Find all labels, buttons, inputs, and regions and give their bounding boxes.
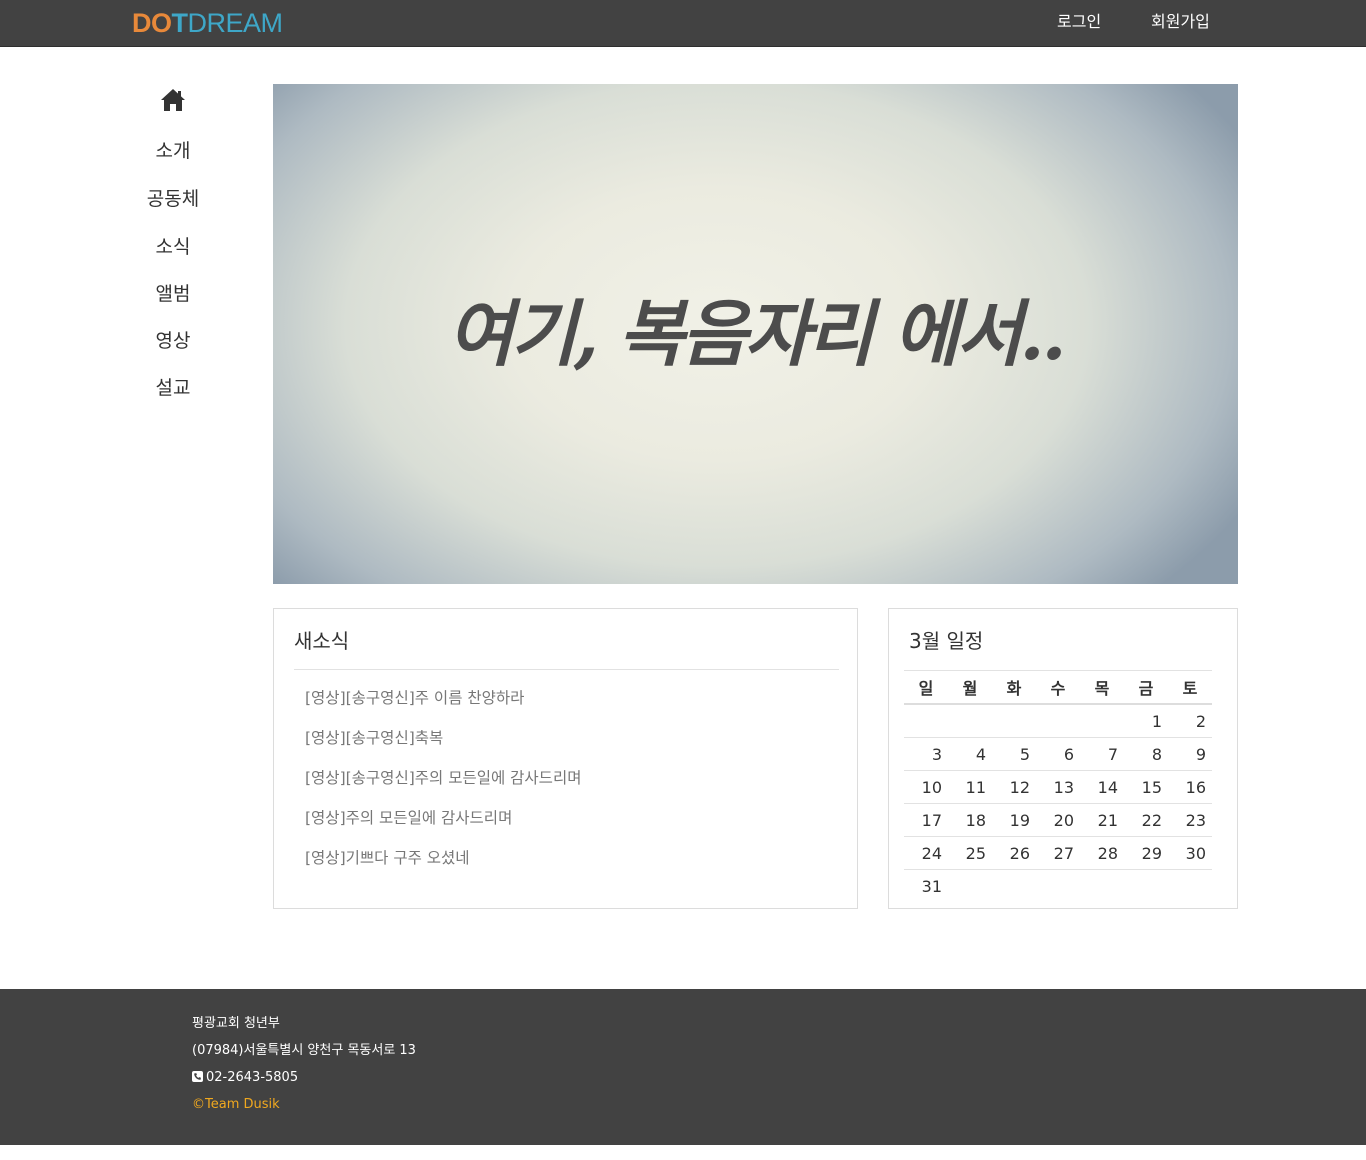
calendar-day: 19 xyxy=(992,803,1036,837)
site-footer: 평광교회 청년부 (07984)서울특별시 양천구 목동서로 13 02-264… xyxy=(0,989,1366,1145)
news-item[interactable]: [영상]주의 모든일에 감사드리며 xyxy=(305,807,512,829)
calendar-weekday-row: 일 월 화 수 목 금 토 xyxy=(904,670,1212,705)
footer-phone: 02-2643-5805 xyxy=(206,1070,299,1085)
calendar-day: 30 xyxy=(1168,836,1212,870)
calendar-day xyxy=(992,704,1036,738)
calendar-day: 5 xyxy=(992,737,1036,771)
weekday-header: 일 xyxy=(904,670,948,705)
footer-copyright: ©Team Dusik xyxy=(192,1097,280,1112)
logo-part-dream: DREAM xyxy=(187,8,284,38)
news-panel: 새소식 [영상][송구영신]주 이름 찬양하라 [영상][송구영신]축복 [영상… xyxy=(273,608,858,909)
calendar-day: 14 xyxy=(1080,770,1124,804)
weekday-header: 목 xyxy=(1080,670,1124,705)
calendar-day xyxy=(1036,704,1080,738)
calendar-day: 1 xyxy=(1124,704,1168,738)
sidebar-item-intro[interactable]: 소개 xyxy=(120,138,226,164)
calendar-day xyxy=(948,870,992,903)
calendar-day xyxy=(992,870,1036,903)
calendar-day: 20 xyxy=(1036,803,1080,837)
calendar-day: 11 xyxy=(948,770,992,804)
calendar-day: 16 xyxy=(1168,770,1212,804)
calendar-day: 6 xyxy=(1036,737,1080,771)
calendar-day: 21 xyxy=(1080,803,1124,837)
news-divider xyxy=(294,669,839,670)
calendar-day: 13 xyxy=(1036,770,1080,804)
hero-calligraphy-text: 여기, 복음자리 에서.. xyxy=(447,291,1066,376)
calendar-day xyxy=(1080,704,1124,738)
calendar-day: 18 xyxy=(948,803,992,837)
weekday-header: 토 xyxy=(1168,670,1212,705)
calendar-week-row: 10 11 12 13 14 15 16 xyxy=(904,770,1212,804)
news-item[interactable]: [영상][송구영신]주의 모든일에 감사드리며 xyxy=(305,767,581,789)
calendar-week-row: 1 2 xyxy=(904,704,1212,738)
footer-org: 평광교회 청년부 xyxy=(192,1016,280,1031)
calendar-day: 31 xyxy=(921,876,942,896)
hero-banner: 여기, 복음자리 에서.. xyxy=(273,84,1238,584)
sidebar-item-album[interactable]: 앨범 xyxy=(120,281,226,307)
calendar-day: 23 xyxy=(1168,803,1212,837)
calendar-day xyxy=(1168,870,1212,903)
calendar-day xyxy=(904,704,948,738)
calendar-day xyxy=(1080,870,1124,903)
calendar-week-row: 17 18 19 20 21 22 23 xyxy=(904,803,1212,837)
calendar-day: 8 xyxy=(1124,737,1168,771)
home-icon[interactable] xyxy=(160,88,186,112)
calendar-day: 29 xyxy=(1124,836,1168,870)
schedule-panel: 3월 일정 일 월 화 수 목 금 토 1 2 3 4 5 6 7 8 9 10… xyxy=(888,608,1238,909)
schedule-title: 3월 일정 xyxy=(909,629,984,653)
login-link[interactable]: 로그인 xyxy=(1057,11,1101,33)
logo-part-cross: T xyxy=(171,8,189,38)
calendar-day: 22 xyxy=(1124,803,1168,837)
calendar-day: 2 xyxy=(1168,704,1212,738)
calendar-week-row: 3 4 5 6 7 8 9 xyxy=(904,737,1212,771)
signup-link[interactable]: 회원가입 xyxy=(1151,11,1210,33)
weekday-header: 월 xyxy=(948,670,992,705)
news-item[interactable]: [영상][송구영신]축복 xyxy=(305,727,443,749)
footer-phone-line: 02-2643-5805 xyxy=(192,1069,298,1087)
phone-icon xyxy=(192,1071,203,1082)
sidebar-item-community[interactable]: 공동체 xyxy=(120,186,226,212)
calendar-day: 3 xyxy=(904,737,948,771)
calendar-day: 28 xyxy=(1080,836,1124,870)
calendar-day: 12 xyxy=(992,770,1036,804)
calendar-day: 4 xyxy=(948,737,992,771)
site-logo[interactable]: DOTDREAM xyxy=(132,8,283,38)
calendar-day: 24 xyxy=(904,836,948,870)
calendar-day: 10 xyxy=(904,770,948,804)
calendar-day: 26 xyxy=(992,836,1036,870)
top-navbar: DOTDREAM 로그인 회원가입 xyxy=(0,0,1366,47)
news-item[interactable]: [영상]기쁘다 구주 오셨네 xyxy=(305,847,470,869)
news-item[interactable]: [영상][송구영신]주 이름 찬양하라 xyxy=(305,687,524,709)
weekday-header: 금 xyxy=(1124,670,1168,705)
sidebar-item-news[interactable]: 소식 xyxy=(120,234,226,260)
sidebar-item-sermon[interactable]: 설교 xyxy=(120,375,226,401)
logo-part-do: DO xyxy=(132,8,172,38)
calendar-day: 25 xyxy=(948,836,992,870)
calendar-day xyxy=(1124,870,1168,903)
calendar-week-row: 31 xyxy=(904,870,1212,903)
weekday-header: 화 xyxy=(992,670,1036,705)
news-title: 새소식 xyxy=(294,629,350,653)
calendar-table: 일 월 화 수 목 금 토 1 2 3 4 5 6 7 8 9 10 11 12… xyxy=(904,670,1212,902)
weekday-header: 수 xyxy=(1036,670,1080,705)
calendar-day: 7 xyxy=(1080,737,1124,771)
sidebar-item-video[interactable]: 영상 xyxy=(120,328,226,354)
calendar-day xyxy=(1036,870,1080,903)
calendar-day: 17 xyxy=(904,803,948,837)
calendar-day: 15 xyxy=(1124,770,1168,804)
footer-address: (07984)서울특별시 양천구 목동서로 13 xyxy=(192,1043,416,1058)
calendar-day: 27 xyxy=(1036,836,1080,870)
calendar-day: 9 xyxy=(1168,737,1212,771)
calendar-day xyxy=(948,704,992,738)
calendar-week-row: 24 25 26 27 28 29 30 xyxy=(904,836,1212,870)
